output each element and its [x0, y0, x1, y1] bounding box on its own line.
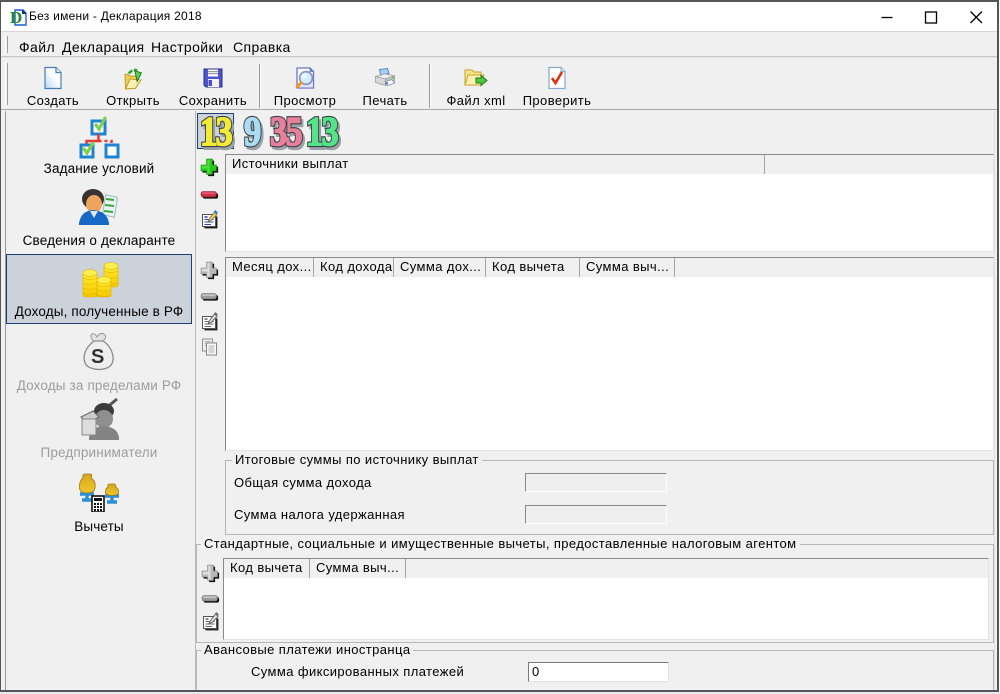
- svg-text:D: D: [10, 8, 23, 27]
- svg-text:S: S: [91, 346, 105, 368]
